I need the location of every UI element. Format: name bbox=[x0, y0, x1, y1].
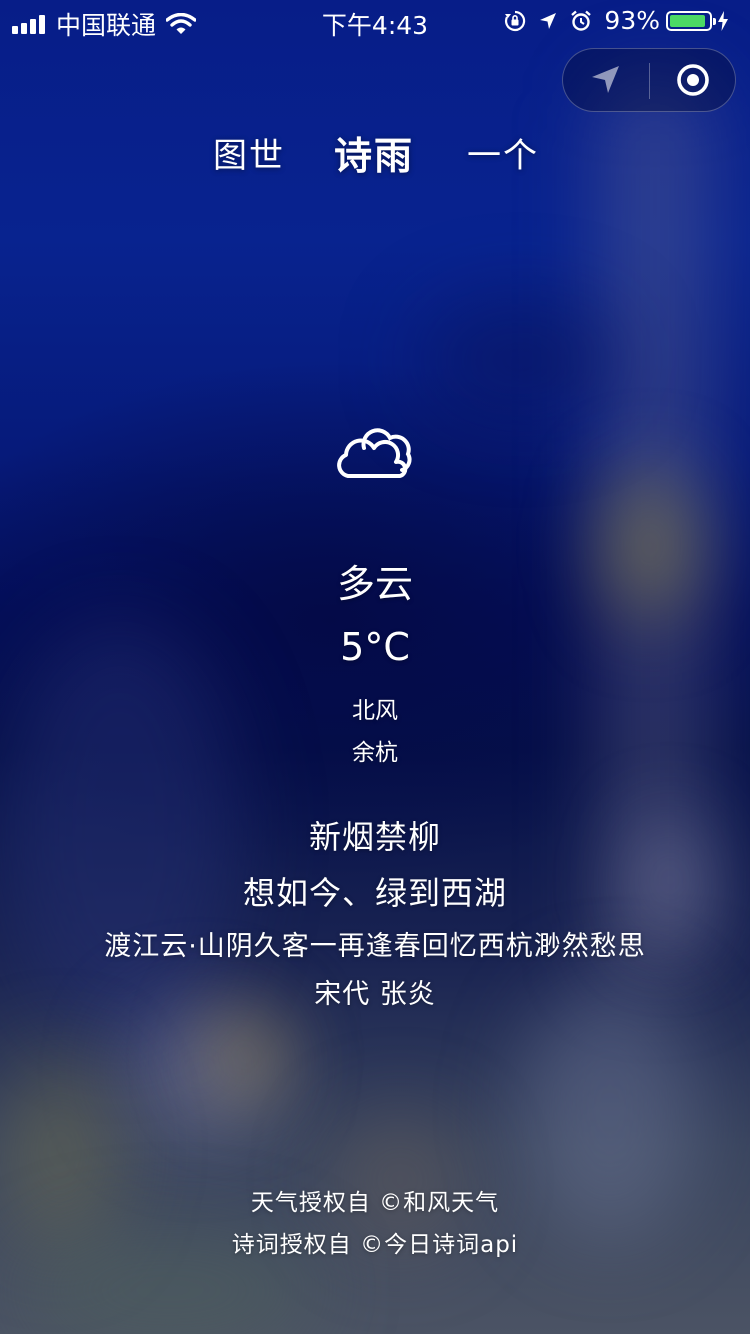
tab-bar: 图世 诗雨 一个 bbox=[0, 128, 750, 178]
tab-yige[interactable]: 一个 bbox=[467, 128, 539, 177]
weather-credit: 天气授权自 ©和风天气 bbox=[250, 1190, 500, 1216]
background-bokeh bbox=[0, 1050, 120, 1250]
poetry-credit: 诗词授权自 ©今日诗词api bbox=[231, 1232, 519, 1258]
mini-program-capsule bbox=[562, 48, 736, 112]
battery-percent: 93% bbox=[604, 6, 660, 35]
charging-icon bbox=[718, 10, 728, 31]
poem-author: 宋代 张炎 bbox=[314, 979, 436, 1010]
city-name: 余杭 bbox=[352, 740, 398, 766]
tab-tushi[interactable]: 图世 bbox=[213, 128, 285, 177]
background-bokeh bbox=[420, 300, 620, 420]
navigation-arrow-icon bbox=[592, 66, 619, 93]
wind-direction: 北风 bbox=[352, 698, 398, 724]
weather-condition: 多云 bbox=[336, 562, 413, 606]
poem-title: 渡江云·山阴久客一再逢春回忆西杭渺然愁思 bbox=[104, 931, 646, 962]
alarm-icon bbox=[571, 10, 592, 31]
battery-level bbox=[670, 14, 706, 27]
temperature: 5°C bbox=[340, 625, 410, 669]
location-arrow-icon bbox=[540, 12, 557, 29]
status-bar-right: 93% bbox=[504, 6, 740, 35]
close-target-icon bbox=[677, 64, 709, 96]
cloud-icon bbox=[337, 428, 412, 478]
close-button[interactable] bbox=[650, 49, 736, 111]
screen: 中国联通 下午4:43 93% 图世 诗雨 一个 多云 5°C 北风 余杭 新烟… bbox=[0, 0, 750, 1334]
status-bar: 中国联通 下午4:43 93% bbox=[0, 0, 750, 40]
background-bokeh bbox=[210, 1010, 280, 1100]
poem-line-1: 新烟禁柳 bbox=[308, 818, 441, 856]
poem-line-2: 想如今、绿到西湖 bbox=[242, 874, 507, 912]
tab-shiyu[interactable]: 诗雨 bbox=[334, 125, 414, 180]
location-button[interactable] bbox=[563, 49, 649, 111]
battery-icon bbox=[666, 10, 716, 31]
orientation-lock-icon bbox=[505, 10, 526, 31]
